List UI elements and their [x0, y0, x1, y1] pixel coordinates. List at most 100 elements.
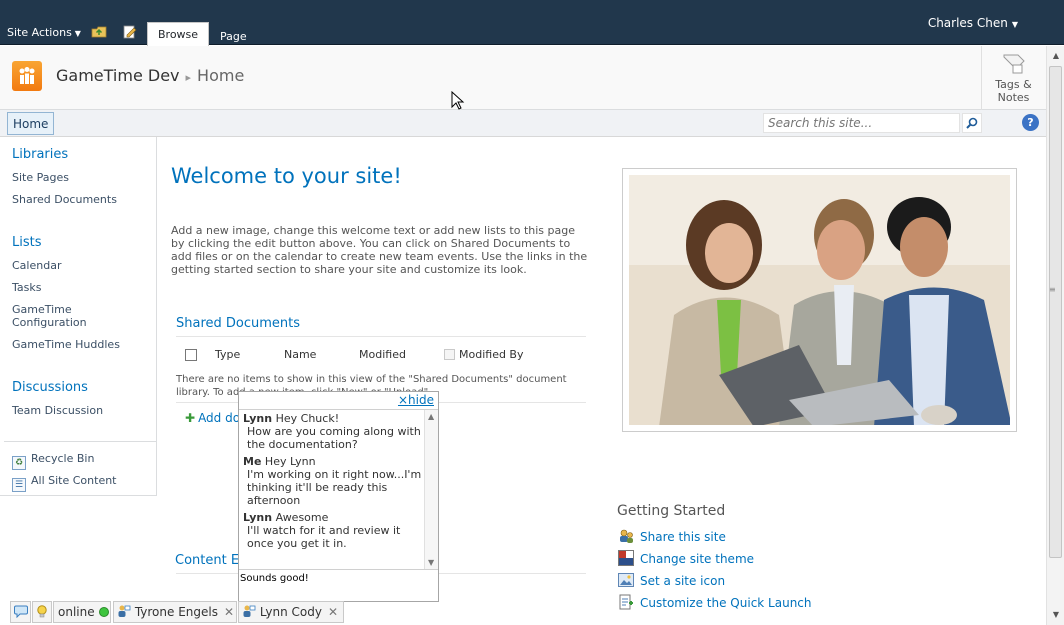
theme-icon [618, 550, 634, 566]
share-site-link[interactable]: Share this site [618, 528, 726, 544]
page-scrollbar[interactable]: ▲ ≡ ▼ [1046, 46, 1064, 625]
tab-page[interactable]: Page [220, 28, 247, 46]
ql-all-site-content[interactable]: ☰ All Site Content [12, 474, 117, 492]
chat-hide-label: hide [408, 393, 434, 407]
chat-log[interactable]: Lynn Hey Chuck! How are you coming along… [239, 409, 438, 570]
chat-sender: Me [243, 455, 262, 468]
top-link-bar: Home ? [0, 110, 1046, 137]
set-site-icon-label: Set a site icon [640, 574, 726, 588]
chat-hide-button[interactable]: ×hide [398, 393, 434, 407]
column-header-modified[interactable]: Modified [359, 348, 406, 361]
user-menu[interactable]: Charles Chen ▼ [928, 16, 1018, 30]
chat-scrollbar[interactable]: ▲ ▼ [424, 410, 438, 569]
breadcrumb-site[interactable]: GameTime Dev [56, 66, 180, 85]
customize-quick-launch-link[interactable]: Customize the Quick Launch [618, 594, 812, 610]
lightbulb-icon[interactable] [32, 601, 52, 623]
chat-tab-tyrone[interactable]: Tyrone Engels ✕ [113, 601, 237, 623]
change-theme-link[interactable]: Change site theme [618, 550, 754, 566]
edit-page-icon[interactable] [121, 24, 139, 42]
search-icon[interactable] [962, 113, 982, 133]
chat-first-line: Hey Chuck! [275, 412, 340, 425]
chat-status-bar: online Tyrone Engels ✕ Lynn Cody ✕ [10, 601, 346, 623]
chat-window: ×hide Lynn Hey Chuck! How are you coming… [238, 391, 439, 602]
ql-item-gametime-configuration[interactable]: GameTime Configuration [12, 303, 87, 329]
customize-quick-launch-label: Customize the Quick Launch [640, 596, 812, 610]
recycle-bin-label: Recycle Bin [31, 452, 95, 465]
ql-item-calendar[interactable]: Calendar [12, 259, 61, 272]
close-icon: × [397, 393, 409, 407]
select-all-checkbox[interactable] [185, 349, 197, 361]
close-icon[interactable]: ✕ [224, 605, 234, 619]
modified-by-checkbox[interactable] [444, 349, 455, 360]
presence-status[interactable]: online [53, 601, 111, 623]
chat-sender: Lynn [243, 412, 273, 425]
chat-message: Lynn Awesome I'll watch for it and revie… [243, 511, 425, 550]
chat-bubble-icon[interactable] [10, 601, 31, 623]
getting-started-title: Getting Started [617, 503, 726, 519]
column-header-modified-by[interactable]: Modified By [459, 348, 524, 361]
scroll-thumb[interactable] [1049, 66, 1062, 558]
search-input[interactable] [763, 113, 960, 133]
chat-message: Me Hey Lynn I'm working on it right now.… [243, 455, 425, 507]
chat-message: Lynn Hey Chuck! How are you coming along… [243, 412, 425, 451]
breadcrumb: GameTime Dev ▸ Home [56, 66, 244, 85]
ql-item-site-pages[interactable]: Site Pages [12, 171, 69, 184]
site-logo-icon[interactable] [12, 61, 42, 91]
breadcrumb-current: Home [197, 66, 245, 85]
webpart-divider [176, 336, 586, 337]
site-actions-menu[interactable]: Site Actions ▼ [7, 26, 81, 39]
contact-name: Tyrone Engels [134, 605, 218, 619]
user-name: Charles Chen [927, 16, 1008, 30]
chat-body: How are you coming along with the docume… [247, 425, 421, 451]
column-header-type[interactable]: Type [215, 348, 240, 361]
ql-item-team-discussion[interactable]: Team Discussion [12, 404, 103, 417]
contact-icon [117, 605, 131, 619]
scroll-down-icon[interactable]: ▼ [428, 558, 434, 567]
tags-notes-button[interactable]: Tags & Notes [981, 46, 1045, 110]
tags-notes-icon [982, 52, 1045, 78]
ql-item-shared-documents[interactable]: Shared Documents [12, 193, 117, 206]
ql-divider [4, 441, 156, 442]
set-site-icon-link[interactable]: Set a site icon [618, 572, 725, 588]
change-theme-label: Change site theme [640, 552, 755, 566]
quick-launch: Libraries Site Pages Shared Documents Li… [0, 137, 157, 496]
shared-documents-title[interactable]: Shared Documents [176, 316, 300, 331]
all-site-content-icon: ☰ [12, 478, 26, 492]
scroll-up-icon[interactable]: ▲ [1048, 48, 1064, 64]
quick-launch-icon [618, 594, 634, 610]
chat-tab-lynn[interactable]: Lynn Cody ✕ [238, 601, 344, 623]
share-site-label: Share this site [640, 530, 726, 544]
contact-icon [242, 605, 256, 619]
close-icon[interactable]: ✕ [328, 605, 338, 619]
scroll-down-icon[interactable]: ▼ [1048, 607, 1064, 623]
navigate-up-icon[interactable] [90, 24, 108, 42]
ql-item-tasks[interactable]: Tasks [12, 281, 41, 294]
scroll-up-icon[interactable]: ▲ [428, 412, 434, 421]
all-site-content-label: All Site Content [31, 474, 117, 487]
ql-heading-lists[interactable]: Lists [12, 235, 42, 250]
presence-label: online [58, 605, 95, 619]
chat-message-input[interactable]: Sounds good! [240, 573, 436, 584]
page-title: Welcome to your site! [171, 164, 402, 188]
ribbon: Site Actions ▼ Browse Page Charles Chen ▼ [0, 0, 1064, 46]
column-header-name[interactable]: Name [284, 348, 316, 361]
online-status-icon [98, 607, 109, 617]
tab-home[interactable]: Home [7, 112, 55, 135]
breadcrumb-separator-icon: ▸ [185, 71, 192, 84]
chevron-down-icon: ▼ [1011, 20, 1018, 29]
welcome-text: Add a new image, change this welcome tex… [171, 224, 588, 276]
chat-body: I'm working on it right now...I'm thinki… [247, 468, 422, 507]
title-area: GameTime Dev ▸ Home Tags & Notes [0, 46, 1046, 110]
ql-recycle-bin[interactable]: ♻ Recycle Bin [12, 452, 94, 470]
chat-first-line: Hey Lynn [264, 455, 316, 468]
ql-heading-discussions[interactable]: Discussions [12, 380, 88, 395]
chevron-down-icon: ▼ [74, 29, 81, 38]
site-icon-icon [618, 572, 634, 588]
ql-item-gametime-huddles[interactable]: GameTime Huddles [12, 338, 120, 351]
ql-heading-libraries[interactable]: Libraries [12, 147, 68, 162]
tab-browse[interactable]: Browse [147, 22, 210, 46]
scroll-grip-icon: ≡ [1049, 285, 1056, 294]
share-site-icon [618, 528, 634, 544]
contact-name: Lynn Cody [259, 605, 322, 619]
help-icon[interactable]: ? [1022, 114, 1039, 131]
